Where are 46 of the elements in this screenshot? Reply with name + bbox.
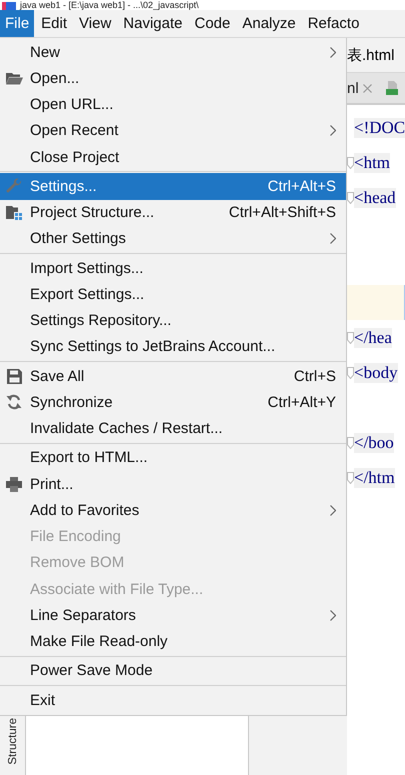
menu-item[interactable]: Settings Repository...	[0, 308, 346, 334]
menu-item[interactable]: Save All Ctrl+S	[0, 363, 346, 390]
menu-item[interactable]: New	[0, 39, 346, 66]
menu-bar-item[interactable]: Navigate	[118, 10, 188, 37]
menu-item[interactable]: Open...	[0, 65, 346, 92]
menu-item[interactable]: Print...	[0, 471, 346, 498]
menu-bar-item[interactable]: Refacto	[302, 10, 364, 37]
menu-item[interactable]: Power Save Mode	[0, 658, 346, 684]
menu-item[interactable]: Open Recent	[0, 118, 346, 144]
menu-item[interactable]: Open URL...	[0, 92, 346, 118]
menu-item[interactable]: Export to HTML...	[0, 444, 346, 471]
menu-item[interactable]: Add to Favorites	[0, 497, 346, 524]
menu-bar-item[interactable]: Edit	[36, 10, 72, 37]
menu-item[interactable]: Invalidate Caches / Restart...	[0, 416, 346, 442]
close-icon[interactable]	[362, 84, 372, 92]
printer-icon	[6, 476, 22, 492]
menu-item[interactable]: Line Separators	[0, 602, 346, 628]
menu-bar-item[interactable]: View	[74, 10, 116, 37]
menu-item[interactable]: Other Settings	[0, 226, 346, 252]
fold-marker-icon[interactable]	[347, 332, 354, 344]
folder-icon	[6, 72, 22, 85]
structure-tab[interactable]: Structure	[6, 718, 18, 765]
menu-item[interactable]: Import Settings...	[0, 255, 346, 282]
menu-item[interactable]: Close Project	[0, 144, 346, 170]
menu-item[interactable]: Synchronize Ctrl+Alt+Y	[0, 389, 346, 416]
menu-bar-item[interactable]: Analyze	[237, 10, 301, 37]
editor-tab[interactable]: nl	[347, 80, 359, 96]
menu-item[interactable]: Export Settings...	[0, 281, 346, 308]
fold-marker-icon[interactable]	[347, 192, 354, 204]
html-file-icon[interactable]	[386, 81, 398, 95]
fold-marker-icon[interactable]	[347, 436, 354, 448]
menu-item[interactable]: Project Structure... Ctrl+Alt+Shift+S	[0, 200, 346, 226]
menu-bar-item[interactable]: Code	[189, 10, 236, 37]
fold-marker-icon[interactable]	[347, 156, 354, 168]
fold-marker-icon[interactable]	[347, 472, 354, 484]
menu-item[interactable]: Exit	[0, 687, 346, 714]
menu-bar-item[interactable]: File	[0, 10, 34, 37]
app-icon	[2, 2, 16, 10]
window-title: java web1 - [E:\java web1] - ...\02_javascript\	[20, 0, 199, 10]
wrench-icon	[6, 178, 22, 194]
sync-icon	[6, 394, 22, 410]
fold-marker-icon[interactable]	[347, 366, 354, 378]
menu-item[interactable]: Sync Settings to JetBrains Account...	[0, 334, 346, 360]
folder-grid-icon	[6, 205, 22, 220]
menu-item[interactable]: Settings... Ctrl+Alt+S	[0, 173, 346, 200]
menu-item[interactable]: Make File Read-only	[0, 628, 346, 655]
